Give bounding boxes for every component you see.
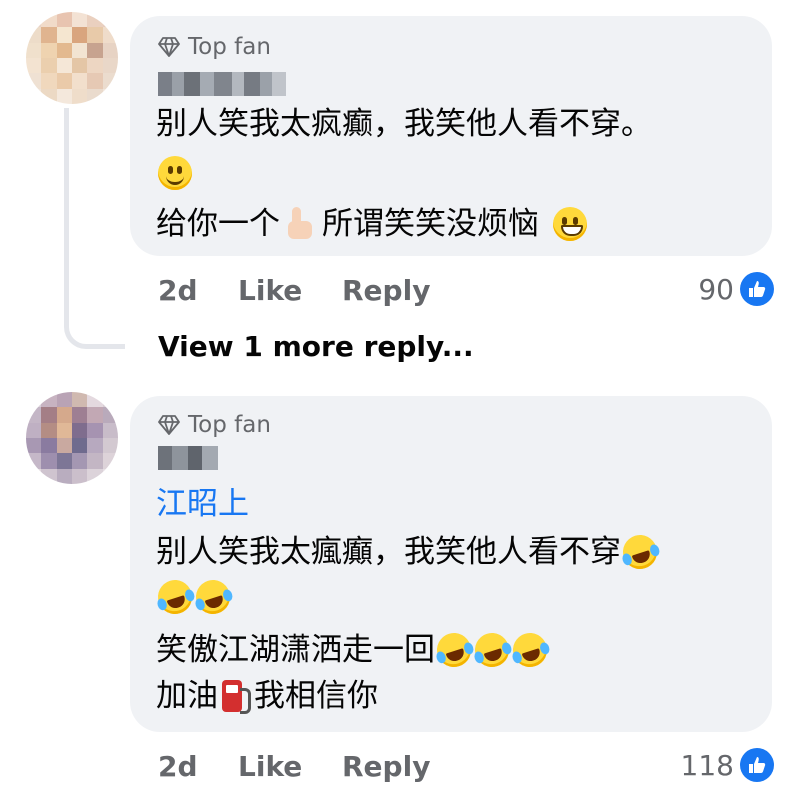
view-more-replies-link[interactable]: View 1 more reply... [158, 330, 474, 363]
reaction-summary[interactable]: 118 [681, 748, 774, 782]
comment-actions: 2d Like Reply [158, 274, 430, 307]
comment-text-line: 别人笑我太疯癫，我笑他人看不穿。 [156, 106, 652, 142]
like-reaction-icon [740, 748, 774, 782]
thumbs-up-emoji-icon [284, 207, 314, 241]
mention-line: 江昭上 [156, 484, 249, 524]
comment-text-line: 加油 我相信你 [156, 678, 378, 714]
reply-button[interactable]: Reply [342, 750, 430, 783]
author-name-blurred[interactable] [158, 446, 218, 470]
like-button[interactable]: Like [238, 750, 342, 783]
comment-timestamp[interactable]: 2d [158, 750, 238, 783]
diamond-icon [158, 37, 180, 57]
comment-text-line: 给你一个 所谓笑笑没烦恼 [156, 204, 589, 244]
comment-text-line: 笑傲江湖潇洒走一回 [156, 628, 552, 672]
slightly-smiling-face-icon [158, 156, 192, 190]
comment-bubble: Top fan 别人笑我太疯癫，我笑他人看不穿。 给你一个 所谓笑笑没烦恼 [130, 16, 772, 256]
like-button[interactable]: Like [238, 274, 342, 307]
comment-emoji-line [153, 575, 235, 619]
avatar[interactable] [26, 392, 118, 484]
rolling-on-floor-laughing-icon [470, 628, 514, 672]
top-fan-label: Top fan [188, 34, 271, 60]
rolling-on-floor-laughing-icon [191, 575, 235, 619]
user-mention-link[interactable]: 江昭上 [156, 484, 249, 524]
comment-timestamp[interactable]: 2d [158, 274, 238, 307]
rolling-on-floor-laughing-icon [618, 530, 662, 574]
rolling-on-floor-laughing-icon [432, 628, 476, 672]
author-name-blurred[interactable] [158, 72, 286, 96]
reply-button[interactable]: Reply [342, 274, 430, 307]
avatar[interactable] [26, 12, 118, 104]
rolling-on-floor-laughing-icon [153, 575, 197, 619]
grinning-face-icon [553, 207, 587, 241]
top-fan-badge: Top fan [158, 34, 271, 60]
reaction-count: 118 [680, 748, 734, 782]
rolling-on-floor-laughing-icon [508, 628, 552, 672]
like-reaction-icon [740, 272, 774, 306]
diamond-icon [158, 415, 180, 435]
comment-emoji-line [156, 156, 194, 190]
comment-bubble: Top fan 江昭上 别人笑我太瘋癲，我笑他人看不穿 笑傲江湖潇洒走一回 加油… [130, 396, 772, 732]
comment-text-line: 别人笑我太瘋癲，我笑他人看不穿 [156, 530, 662, 574]
top-fan-badge: Top fan [158, 412, 271, 438]
top-fan-label: Top fan [188, 412, 271, 438]
reaction-count: 90 [698, 272, 734, 306]
reply-thread-line [64, 108, 125, 349]
comment-actions: 2d Like Reply [158, 750, 430, 783]
fuel-pump-icon [220, 678, 252, 714]
reaction-summary[interactable]: 90 [698, 272, 774, 306]
